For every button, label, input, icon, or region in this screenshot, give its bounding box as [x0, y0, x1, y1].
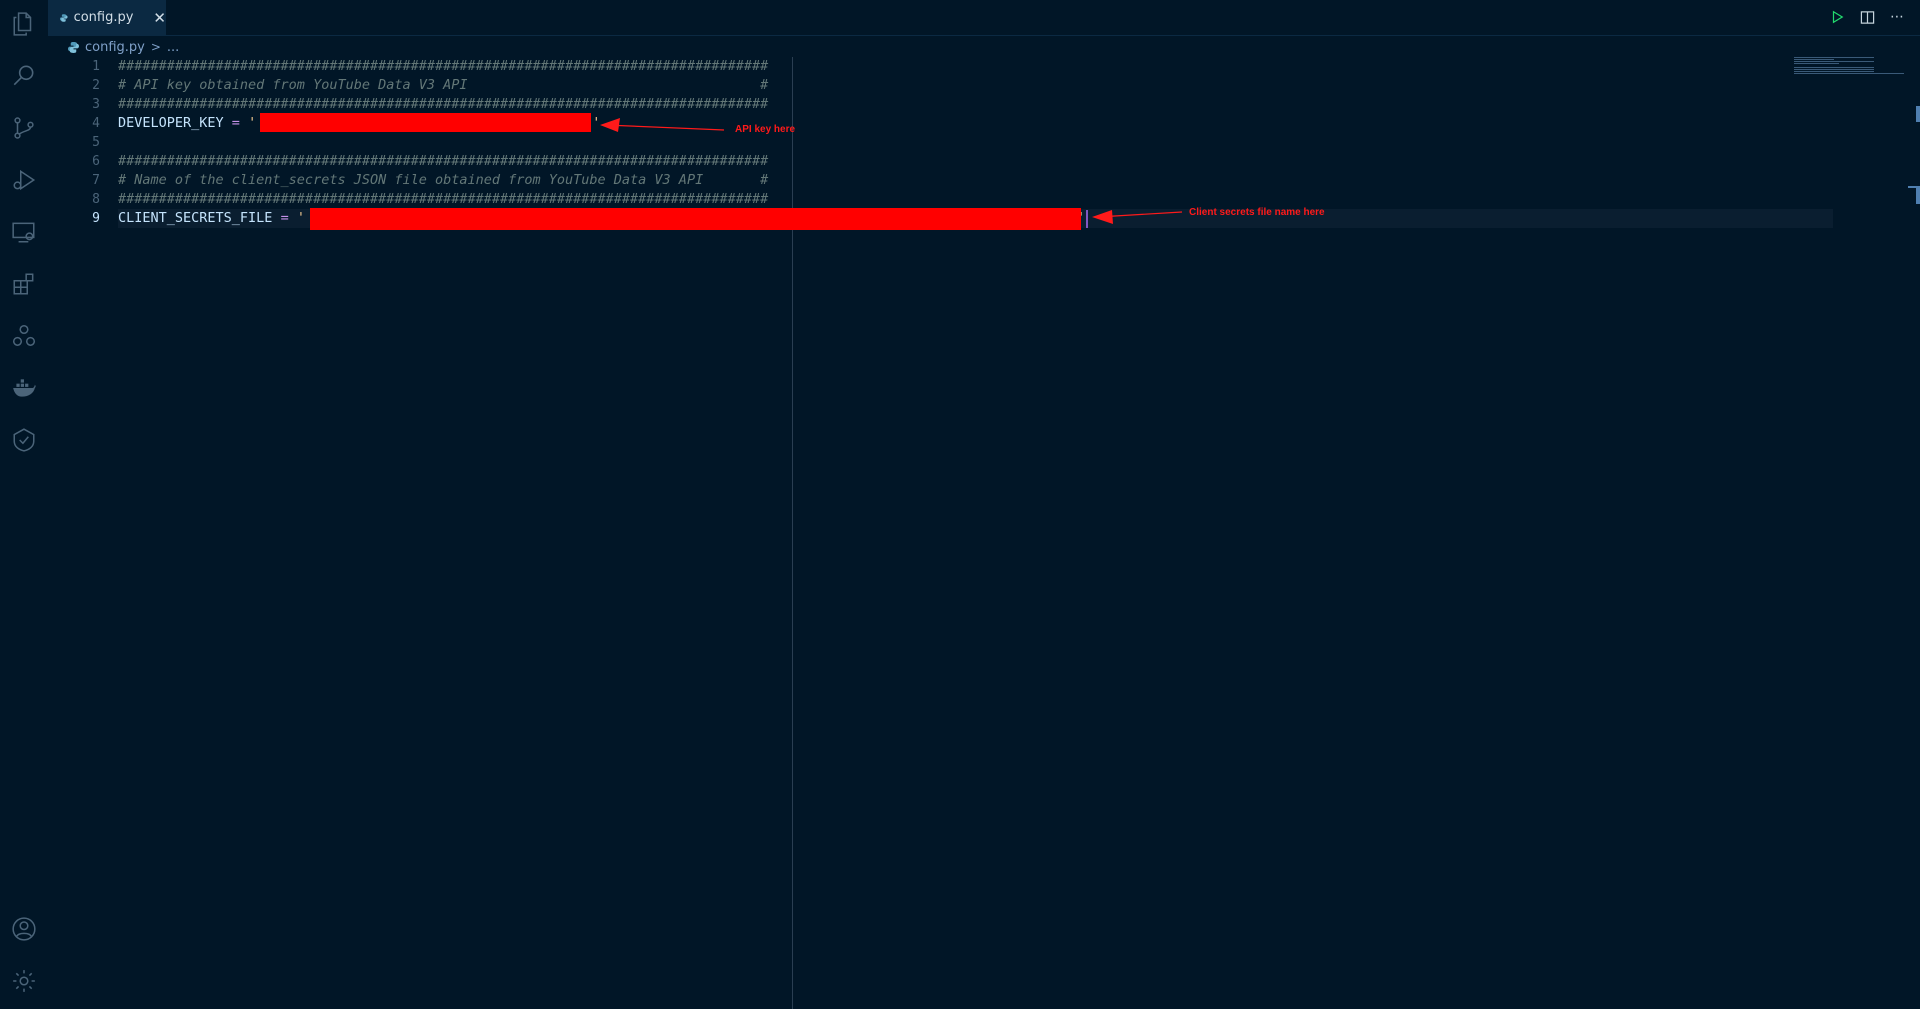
arrow-head-api-key — [600, 118, 620, 132]
close-icon[interactable]: ✕ — [153, 9, 166, 27]
python-file-icon — [60, 13, 68, 22]
arrow-head-client-secrets — [1092, 210, 1113, 224]
activity-bar — [0, 0, 48, 1009]
files-icon[interactable] — [10, 10, 38, 38]
breadcrumb: config.py > ... — [68, 37, 179, 57]
account-icon[interactable] — [10, 915, 38, 943]
minimap[interactable] — [1794, 57, 1904, 77]
docker-icon[interactable] — [10, 374, 38, 402]
extensions-icon[interactable] — [10, 270, 38, 298]
more-actions-icon[interactable]: ⋯ — [1888, 8, 1906, 26]
annotation-client-secrets: Client secrets file name here — [1189, 207, 1325, 218]
scrollbar-thumb[interactable] — [1916, 188, 1920, 204]
breadcrumb-file[interactable]: config.py — [85, 40, 145, 55]
source-control-icon[interactable] — [10, 114, 38, 142]
search-icon[interactable] — [10, 62, 38, 90]
python-file-icon — [68, 41, 79, 53]
editor-actions: ⋯ — [1828, 8, 1906, 26]
breadcrumb-symbols[interactable]: ... — [167, 40, 179, 55]
breadcrumb-separator: > — [150, 40, 161, 54]
split-editor-icon[interactable] — [1858, 8, 1876, 26]
cluster-icon[interactable] — [10, 322, 38, 350]
annotation-arrows — [600, 118, 1183, 224]
remote-explorer-icon[interactable] — [10, 218, 38, 246]
settings-gear-icon[interactable] — [10, 967, 38, 995]
tab-config-py[interactable]: config.py ✕ — [48, 0, 166, 36]
scrollbar-marker[interactable] — [1916, 106, 1920, 122]
testing-icon[interactable] — [10, 426, 38, 454]
run-debug-icon[interactable] — [10, 166, 38, 194]
tab-label: config.py — [73, 10, 134, 25]
annotation-api-key: API key here — [735, 124, 796, 135]
code-editor[interactable]: 1 2 3 4 5 6 7 8 9 ######################… — [48, 57, 1920, 1009]
arrow-api-key — [605, 124, 725, 131]
tab-bar: config.py ✕ ⋯ — [48, 0, 1920, 36]
run-icon[interactable] — [1828, 8, 1846, 26]
